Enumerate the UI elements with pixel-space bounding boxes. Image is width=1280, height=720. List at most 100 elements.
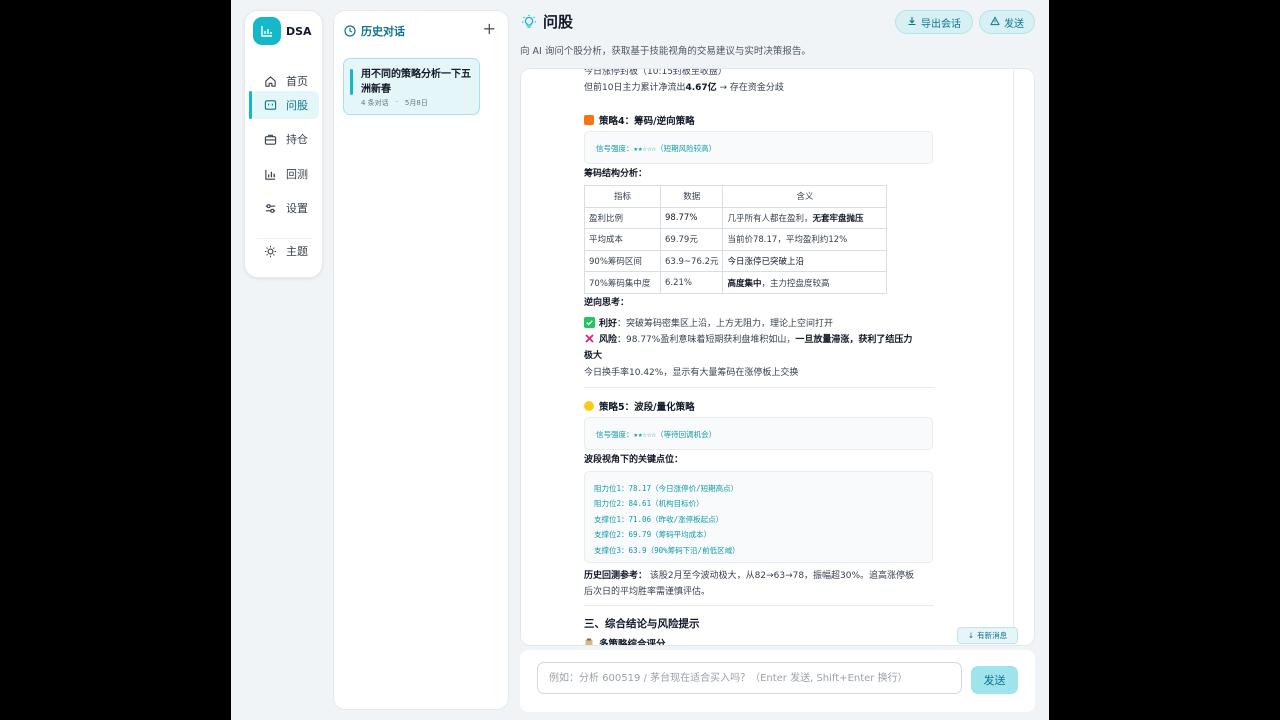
text: ，主力控盘度较高 [761, 278, 830, 289]
table-row: 盈利比例 98.77% 几乎所有人都在盈利，无套牢盘抛压 [584, 206, 888, 230]
signal-strength-box: 信号强度：★★☆☆☆（短期风险较高） [584, 131, 933, 164]
chat-messages[interactable]: 今日涨停封板（10:15封板至收盘） 但前10日主力累计净流出4.67亿 → 存… [520, 68, 1035, 646]
section-3-heading: 三、综合结论与风险提示 [584, 618, 700, 630]
message-line: 今日涨停封板（10:15封板至收盘） [584, 68, 727, 77]
code-line: 支撑位2：69.79（筹码平均成本） [594, 530, 712, 539]
message-column-border [1013, 69, 1014, 645]
backtest-line: 历史回测参考： 该股2月至今波动极大，从82→63→78，振幅超30%。追高涨停… [584, 568, 914, 581]
divider [584, 387, 934, 388]
text-bold: 4.67亿 [685, 83, 717, 93]
sun-icon [263, 244, 277, 258]
table-row: 70%筹码集中度 6.21% 高度集中，主力控盘度较高 [584, 271, 888, 294]
table-row: 平均成本 69.79元 当前价78.17，平均盈利约12% [584, 228, 888, 251]
nav-item-portfolio[interactable]: 持仓 [250, 125, 319, 153]
nav-label: 持仓 [286, 133, 308, 146]
reverse-heading: 逆向思考： [584, 298, 630, 308]
table-header: 含义 [722, 185, 888, 208]
conversation-title: 用不同的策略分析一下五洲新春 [361, 69, 471, 95]
briefcase-icon [263, 132, 277, 146]
table-cell: 69.79元 [659, 228, 724, 251]
text: 该股2月至今波动极大，从82→63→78，振幅超30%。追高涨停板 [649, 571, 915, 581]
section-3-sub: 多策略综合评分 [584, 636, 666, 646]
new-message-label: 有新消息 [977, 631, 1008, 640]
text: 几乎所有人都在盈利， [727, 213, 813, 224]
history-header: 历史对话 [344, 23, 405, 39]
send-header-button[interactable]: 发送 [979, 10, 1035, 34]
message-line: 但前10日主力累计净流出4.67亿 → 存在资金分歧 [584, 80, 784, 93]
table-cell: 当前价78.17，平均盈利约12% [722, 228, 888, 251]
home-icon [263, 74, 277, 88]
nav-label: 问股 [286, 99, 308, 112]
code-line: 阻力位2：84.61（机构目标价） [594, 499, 704, 508]
nav-item-ask[interactable]: 问股 [249, 91, 319, 119]
lightbulb-icon [521, 14, 537, 30]
chat-input[interactable] [537, 662, 962, 694]
yellow-circle-icon [584, 401, 594, 411]
text-bold: 高度集中 [727, 278, 762, 289]
nav-label: 首页 [286, 75, 308, 88]
turnover-line: 今日换手率10.42%，显示有大量筹码在涨停板上交换 [584, 368, 799, 378]
new-conversation-button[interactable]: + [483, 20, 496, 38]
text-bold: 无套牢盘抛压 [812, 213, 864, 224]
good-line: 利好 ：突破筹码密集区上沿，上方无阻力，理论上空间打开 [584, 316, 833, 329]
table-cell: 高度集中，主力控盘度较高 [722, 271, 888, 294]
text-bold: 利好 [599, 319, 618, 329]
logo-chart-icon [253, 17, 281, 45]
send-header-label: 发送 [1004, 18, 1024, 30]
text: → 存在资金分歧 [716, 83, 784, 93]
chip-heading: 筹码结构分析： [584, 169, 648, 179]
risk-line: 风险 ：98.77%盈利意味着短期获利盘堆积如山， 一旦放量滞涨，获利了结压力 [584, 332, 912, 345]
export-label: 导出会话 [921, 18, 961, 30]
page-title-text: 问股 [543, 13, 574, 31]
bar-chart-icon [263, 167, 277, 181]
table-header: 指标 [584, 185, 661, 208]
export-conversation-button[interactable]: 导出会话 [895, 10, 973, 34]
check-icon [584, 317, 595, 328]
warning-icon [990, 16, 1000, 29]
table-cell: 盈利比例 [584, 206, 661, 230]
backtest-line-cont: 后次日的平均胜率需谨慎评估。 [584, 587, 711, 597]
text: 但前10日主力累计净流出 [584, 83, 686, 93]
key-levels-heading: 波段视角下的关键点位： [584, 455, 684, 465]
heading-text: 多策略综合评分 [599, 639, 666, 646]
page-subtitle: 向 AI 询问个股分析，获取基于技能视角的交易建议与实时决策报告。 [520, 46, 811, 57]
send-button[interactable]: 发送 [971, 666, 1018, 694]
table-cell: 几乎所有人都在盈利，无套牢盘抛压 [722, 206, 888, 230]
table-cell: 63.9~76.2元 [659, 249, 724, 273]
nav-item-backtest[interactable]: 回测 [250, 160, 319, 188]
theme-toggle[interactable]: 主题 [250, 237, 319, 265]
code-line: 支撑位1：71.06（昨收/涨停板起点） [594, 515, 724, 524]
chat-icon [263, 98, 277, 112]
new-message-button[interactable]: ↓ 有新消息 [957, 627, 1018, 644]
signal-strength-box: 信号强度：★★☆☆☆（等待回调机会） [584, 417, 933, 450]
strategy-5-heading: 策略5：波段/量化策略 [584, 399, 695, 413]
table-cell: 90%筹码区间 [584, 249, 661, 273]
arrow-down-icon: ↓ [967, 631, 975, 640]
nav-label: 回测 [286, 168, 308, 181]
app-window: DSA 首页 问股 持仓 回测 设置 主题 历史对话 + 用不同的策略分析一下五… [231, 0, 1049, 720]
chip-table: 指标 数据 含义 盈利比例 98.77% 几乎所有人都在盈利，无套牢盘抛压 平均… [584, 185, 888, 294]
conversation-meta: 4 条对话 · 5月8日 [361, 98, 428, 108]
text-bold: 一旦放量滞涨，获利了结压力 [795, 335, 913, 345]
conversation-date: 5月8日 [404, 99, 428, 107]
clock-icon [344, 25, 356, 37]
text: ：98.77%盈利意味着短期获利盘堆积如山， [617, 335, 796, 345]
cross-icon [584, 333, 595, 344]
history-panel: 历史对话 + 用不同的策略分析一下五洲新春 4 条对话 · 5月8日 [333, 10, 509, 710]
nav-label: 设置 [286, 202, 308, 215]
table-cell: 70%筹码集中度 [584, 271, 661, 294]
brand-name: DSA [286, 24, 312, 38]
orange-square-icon [584, 115, 594, 125]
meta-dot: · [395, 98, 398, 106]
page-title: 问股 [521, 11, 573, 32]
clipboard-icon [584, 638, 594, 645]
table-cell: 6.21% [659, 271, 724, 294]
theme-label: 主题 [286, 245, 308, 258]
table-cell: 今日涨停已突破上沿 [722, 249, 888, 273]
conversation-item[interactable]: 用不同的策略分析一下五洲新春 4 条对话 · 5月8日 [343, 58, 480, 115]
text-bold: 风险 [599, 335, 618, 345]
heading-text: 策略4：筹码/逆向策略 [599, 116, 695, 127]
nav-item-settings[interactable]: 设置 [250, 194, 319, 222]
strategy-4-heading: 策略4：筹码/逆向策略 [584, 113, 695, 127]
text: ：突破筹码密集区上沿，上方无阻力，理论上空间打开 [617, 319, 834, 329]
